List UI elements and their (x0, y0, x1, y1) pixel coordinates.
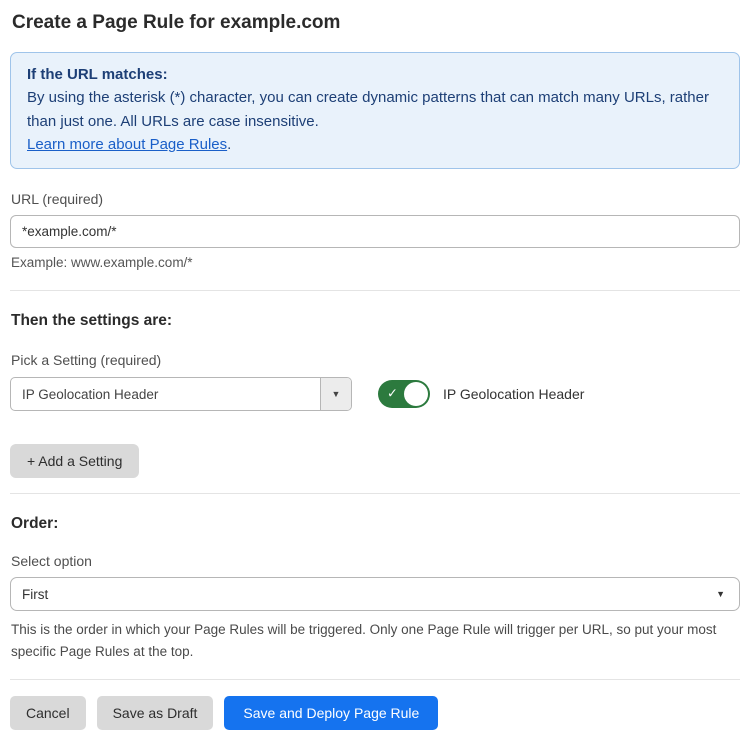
chevron-down-icon: ▼ (332, 389, 341, 399)
ip-geolocation-toggle[interactable]: ✓ (378, 380, 430, 408)
setting-select[interactable]: IP Geolocation Header ▼ (10, 377, 352, 411)
url-field-label: URL (required) (10, 191, 740, 207)
divider (10, 493, 740, 494)
setting-select-arrow-button[interactable]: ▼ (320, 378, 351, 410)
order-select-value: First (22, 587, 716, 602)
order-helper-text: This is the order in which your Page Rul… (10, 619, 740, 662)
settings-section-heading: Then the settings are: (10, 312, 740, 330)
check-icon: ✓ (387, 386, 398, 402)
info-box-body: By using the asterisk (*) character, you… (27, 86, 723, 133)
setting-row: IP Geolocation Header ▼ ✓ IP Geolocation… (10, 377, 740, 411)
page-rules-help-link[interactable]: Learn more about Page Rules (27, 136, 227, 153)
cancel-button[interactable]: Cancel (10, 696, 86, 730)
toggle-knob (404, 382, 428, 406)
page-rule-form: Create a Page Rule for example.com If th… (0, 0, 750, 730)
link-suffix: . (227, 136, 231, 153)
save-as-draft-button[interactable]: Save as Draft (97, 696, 214, 730)
url-input[interactable] (10, 215, 740, 248)
order-section-heading: Order: (10, 515, 740, 533)
add-setting-button[interactable]: + Add a Setting (10, 444, 139, 478)
url-match-info-box: If the URL matches: By using the asteris… (10, 52, 740, 169)
url-field-helper: Example: www.example.com/* (10, 255, 740, 270)
form-actions: Cancel Save as Draft Save and Deploy Pag… (10, 696, 740, 730)
chevron-down-icon: ▼ (716, 589, 725, 599)
divider (10, 679, 740, 680)
setting-select-value: IP Geolocation Header (11, 378, 320, 410)
order-select[interactable]: First ▼ (10, 577, 740, 611)
page-title: Create a Page Rule for example.com (10, 10, 740, 34)
divider (10, 290, 740, 291)
order-select-label: Select option (10, 553, 740, 569)
toggle-label: IP Geolocation Header (443, 386, 584, 402)
pick-setting-label: Pick a Setting (required) (10, 352, 740, 368)
info-box-heading: If the URL matches: (27, 63, 723, 86)
info-box-link-line: Learn more about Page Rules. (27, 133, 723, 156)
save-and-deploy-button[interactable]: Save and Deploy Page Rule (224, 696, 438, 730)
